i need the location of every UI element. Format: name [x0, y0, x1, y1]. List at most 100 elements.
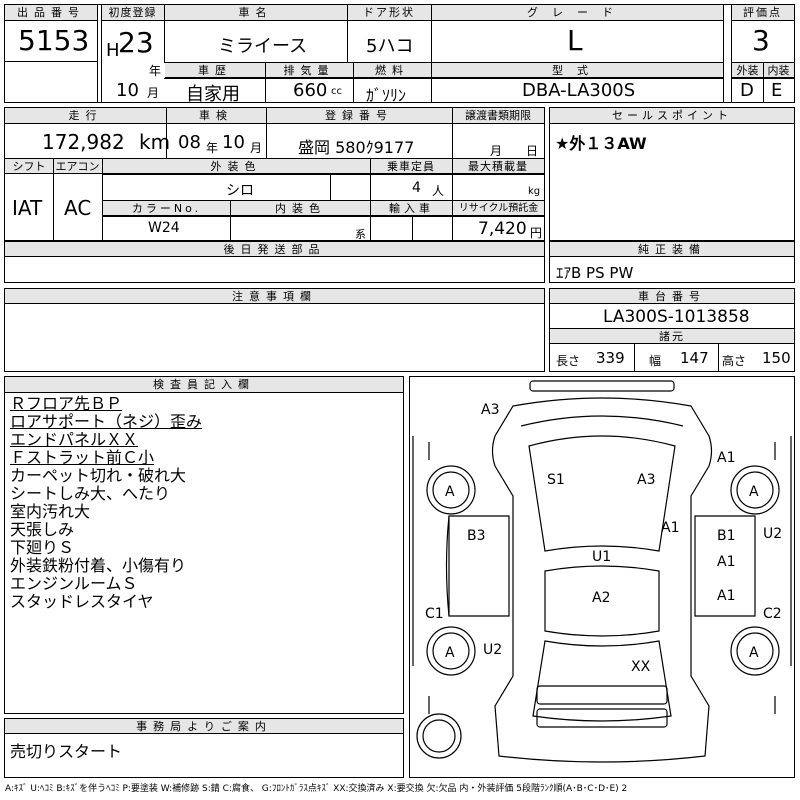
sales-point-box	[549, 107, 795, 241]
hdr-exterior: 外装	[732, 63, 763, 78]
note-line: 下廻りＳ	[10, 538, 75, 557]
mark-A-wheel-rl: A	[445, 645, 455, 661]
note-line: エンジンルームＳ	[10, 574, 138, 593]
capacity: 4	[412, 180, 421, 196]
sales-point: ★外１３AW	[555, 134, 647, 153]
office-note: 売切りスタート	[10, 742, 123, 761]
color-no: W24	[148, 220, 180, 236]
mark-A1-front-right: A1	[717, 450, 735, 466]
month-unit: 月	[147, 86, 160, 100]
mark-S1: S1	[547, 472, 565, 488]
mark-A3-top: A3	[481, 402, 499, 418]
score: 3	[752, 24, 770, 57]
hdr-fuel: 燃料	[353, 63, 431, 78]
hdr-lot: 出品番号	[5, 5, 97, 21]
hdr-transfer: 譲渡書類期限	[452, 108, 544, 124]
hdr-reg-no: 登録番号	[266, 108, 452, 124]
mark-A1-door-r: A1	[717, 554, 735, 570]
width: 147	[680, 349, 709, 367]
hdr-aircon: エアコン	[53, 159, 102, 174]
hdr-history: 車歴	[165, 63, 265, 78]
hdr-caution: 注意事項欄	[5, 289, 544, 304]
mark-U2-left: U2	[483, 642, 502, 658]
mark-A1-pillar: A1	[661, 520, 679, 536]
note-line: シートしみ大、へたり	[10, 484, 171, 503]
mark-C2: C2	[763, 606, 782, 622]
kg-unit: kg	[528, 186, 541, 197]
lot-number: 5153	[18, 24, 90, 57]
mark-A2: A2	[592, 590, 610, 606]
hdr-capacity: 乗車定員	[370, 159, 452, 174]
hdr-genuine: 純正装備	[550, 242, 794, 257]
reg-month: 10	[116, 80, 139, 101]
shift: IAT	[12, 196, 43, 220]
reg-year: 23	[118, 26, 154, 59]
note-line: Ｆストラット前Ｃ小	[10, 448, 155, 467]
hdr-score: 評価点	[731, 5, 794, 21]
hdr-mileage: 走行	[5, 108, 166, 124]
insp-year: 08	[178, 132, 201, 153]
cc-unit: cc	[331, 86, 342, 97]
legend: A:ｷｽﾞ U:ﾍｺﾐ B:ｷｽﾞを伴うﾍｺﾐ P:要塗装 W:補修跡 S:錆 …	[5, 784, 628, 794]
transfer-day: 日	[526, 144, 539, 158]
recycle-fee: 7,420	[478, 219, 527, 239]
hdr-first-reg: 初度登録	[101, 5, 164, 21]
note-line: 外装鉄粉付着、小傷有り	[10, 556, 187, 575]
history: 自家用	[186, 84, 240, 105]
length: 339	[596, 349, 625, 367]
fuel: ｶﾞｿﾘﾝ	[366, 86, 407, 105]
height-label: 高さ	[722, 354, 747, 368]
hdr-color-no: カラーNo.	[103, 201, 230, 216]
hdr-max-load: 最大積載量	[452, 159, 544, 174]
reg-number: 盛岡 580ｸ9177	[298, 138, 415, 157]
note-line: 室内汚れ大	[10, 502, 91, 521]
hdr-sales-point: セールスポイント	[550, 108, 794, 124]
mark-B1: B1	[717, 528, 736, 544]
hdr-chassis: 車台番号	[550, 289, 794, 304]
insp-month-unit: 月	[250, 141, 263, 155]
mark-U1: U1	[592, 549, 611, 565]
mileage: 172,982	[42, 130, 125, 154]
note-line: 天張しみ	[10, 520, 75, 539]
hdr-car-name: 車名	[164, 5, 347, 21]
note-line: ロアサポート（ネジ）歪み	[10, 412, 203, 431]
displacement: 660	[293, 80, 328, 101]
inspector-notes: Ｒフロア先ＢＰ ロアサポート（ネジ）歪み エンドパネルＸＸ Ｆストラット前Ｃ小 …	[10, 395, 400, 611]
note-line: エンドパネルＸＸ	[10, 430, 139, 449]
mark-B3: B3	[467, 528, 486, 544]
mark-XX: XX	[631, 659, 651, 675]
capacity-unit: 人	[432, 184, 445, 198]
mark-A-wheel-fr: A	[749, 484, 759, 500]
interior-grade: E	[771, 80, 783, 101]
aircon: AC	[64, 196, 92, 220]
chassis-number: LA300S-1013858	[603, 307, 750, 327]
int-color-suffix: 系	[355, 228, 366, 241]
insp-month: 10	[222, 132, 245, 153]
yen-unit: 円	[530, 226, 543, 240]
height: 150	[762, 349, 791, 367]
hdr-ext-color: 外装色	[102, 159, 370, 174]
model-code: DBA-LA300S	[522, 80, 636, 101]
mark-A-wheel-rr: A	[749, 645, 759, 661]
note-line: Ｒフロア先ＢＰ	[10, 394, 123, 413]
hdr-inspection: 車検	[166, 108, 266, 124]
hdr-door: ドア形状	[347, 5, 431, 21]
mark-A-wheel-fl: A	[445, 484, 455, 500]
hdr-displacement: 排気量	[265, 63, 353, 78]
mark-C1: C1	[425, 606, 444, 622]
hdr-recycle: リサイクル預託金	[453, 201, 544, 216]
mark-A1-rear-door-r: A1	[717, 588, 735, 604]
hdr-import: 輸入車	[371, 201, 452, 216]
hdr-office: 事務局よりご案内	[5, 719, 403, 734]
year-unit: 年	[149, 64, 162, 78]
car-name: ミライース	[218, 36, 308, 57]
hdr-shift: シフト	[5, 159, 53, 174]
hdr-model: 型式	[431, 63, 723, 78]
door-type: 5ハコ	[366, 36, 414, 57]
hdr-specs: 諸元	[550, 329, 794, 344]
exterior-grade: D	[740, 80, 754, 101]
insp-year-unit: 年	[206, 141, 219, 155]
transfer-month: 月	[490, 144, 503, 158]
grade: L	[567, 24, 583, 57]
km-unit: km	[139, 130, 171, 154]
